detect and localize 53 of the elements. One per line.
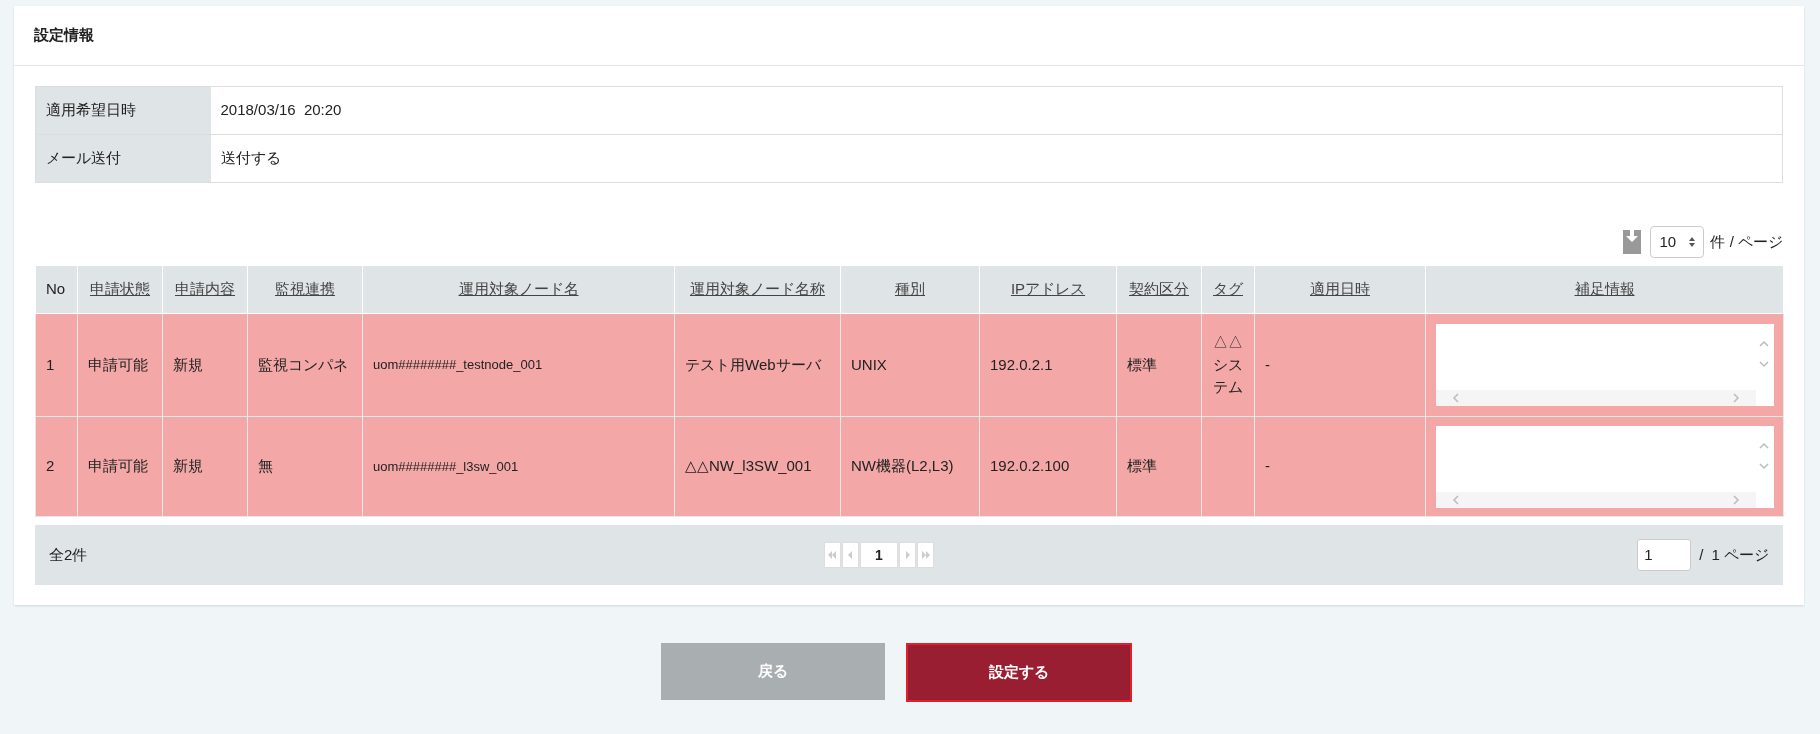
table-cell: 2 [46, 457, 55, 475]
scroll-left-icon [1452, 494, 1460, 505]
table-cell: テスト用Webサーバ [685, 355, 821, 373]
total-count: 全2件 [49, 544, 89, 565]
page-separator: / [1699, 544, 1704, 565]
info-value: 2018/03/16 20:20 [210, 86, 1783, 135]
submit-button[interactable]: 設定する [905, 643, 1132, 702]
table-cell: UNIX [851, 355, 887, 373]
table-cell: - [1265, 457, 1270, 475]
left-arrow-icon [828, 551, 837, 559]
column-sort-link[interactable]: 運用対象ノード名 [458, 280, 579, 298]
table-cell: 監視コンパネ [258, 355, 348, 373]
page-input[interactable]: 1 [1637, 539, 1692, 571]
table-cell: 192.0.2.1 [990, 355, 1053, 373]
table-cell: 192.0.2.100 [990, 457, 1070, 475]
select-arrows-icon [1689, 237, 1696, 247]
column-sort-link[interactable]: 適用日時 [1310, 280, 1370, 298]
first-page-button[interactable] [824, 542, 841, 568]
column-sort-link[interactable]: 種別 [895, 280, 925, 298]
table-cell: 1 [46, 355, 55, 373]
table-cell: △△NW_l3SW_001 [685, 457, 812, 475]
panel-title: 設定情報 [34, 25, 94, 46]
next-page-button[interactable] [899, 542, 916, 568]
table-cell: - [1265, 355, 1270, 373]
last-page-button[interactable] [917, 542, 934, 568]
prev-page-button[interactable] [842, 542, 859, 568]
table-cell: 新規 [173, 355, 203, 373]
table-cell: uom########_testnode_001 [373, 357, 543, 373]
info-value: 送付する [210, 134, 1783, 183]
table-cell: 新規 [173, 457, 203, 475]
table-cell: △△システム [1213, 333, 1243, 396]
page-number-button[interactable]: 1 [860, 542, 898, 568]
right-arrow-icon [921, 551, 930, 559]
info-label: 適用希望日時 [35, 86, 211, 135]
table-cell: uom########_l3sw_001 [373, 458, 519, 474]
scroll-right-icon [1732, 494, 1740, 505]
scroll-left-icon [1452, 393, 1460, 403]
table-cell: 無 [258, 457, 273, 475]
per-page-label: 件 / ページ [1710, 231, 1783, 252]
info-label: メール送付 [35, 134, 211, 183]
column-sort-link[interactable]: 監視連携 [275, 280, 335, 298]
page-count: 1 ページ [1711, 544, 1769, 565]
scroll-right-icon [1732, 393, 1740, 403]
right-arrow-icon [903, 551, 912, 559]
column-header: No [46, 280, 66, 298]
table-cell: NW機器(L2,L3) [851, 457, 954, 475]
column-sort-link[interactable]: 補足情報 [1574, 280, 1635, 298]
per-page-select[interactable]: 10 [1650, 226, 1705, 258]
left-arrow-icon [846, 551, 855, 559]
table-cell: 申請可能 [88, 355, 148, 373]
table-cell: 標準 [1127, 355, 1157, 373]
table-cell: 申請可能 [88, 457, 148, 475]
table-cell: 標準 [1127, 457, 1157, 475]
